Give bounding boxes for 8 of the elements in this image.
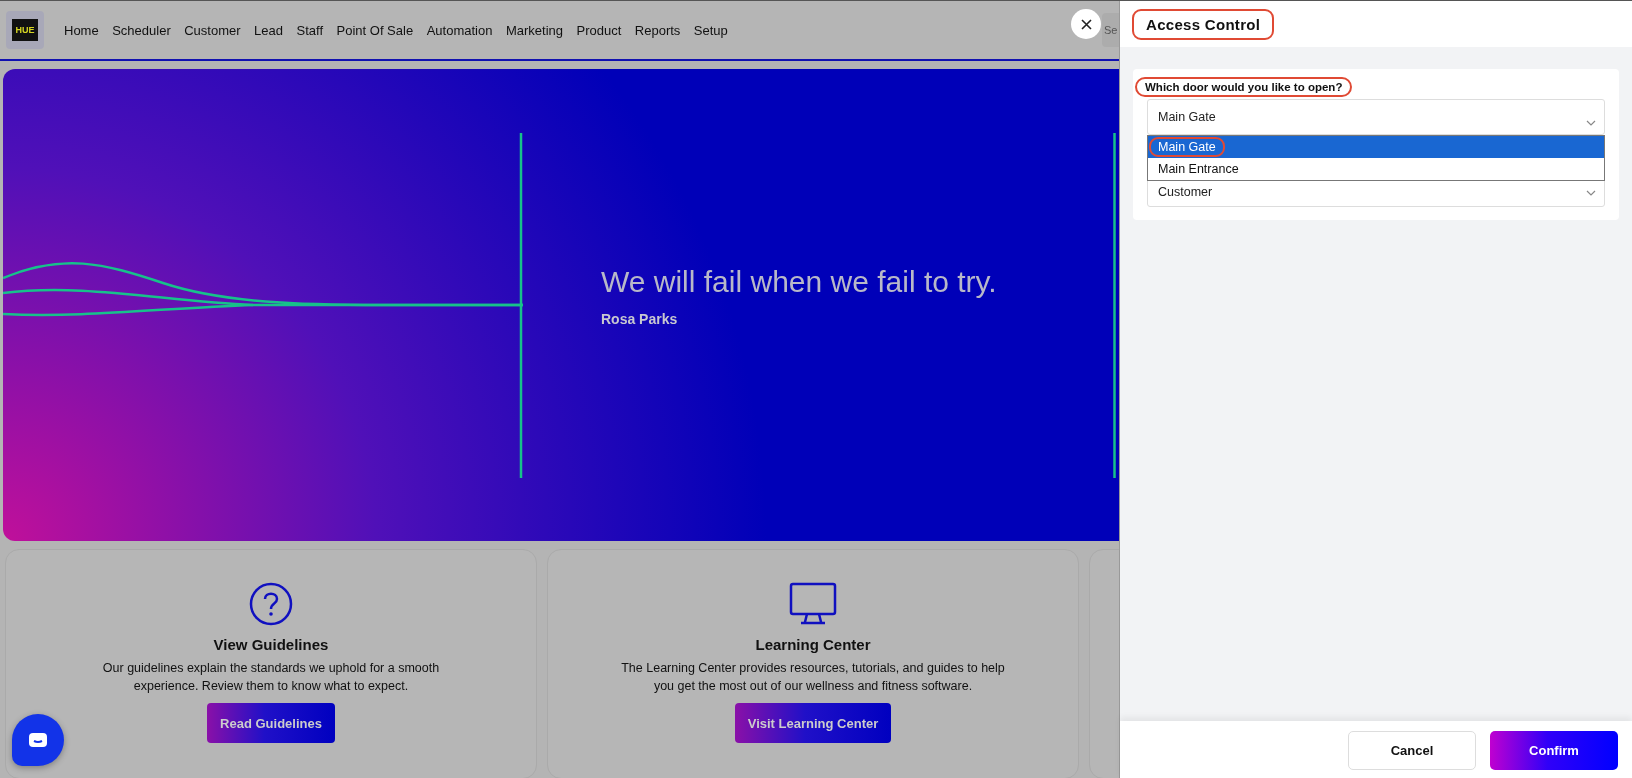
card-title: View Guidelines	[213, 636, 329, 653]
quote-author: Rosa Parks	[601, 311, 679, 327]
drawer-title: Access Control	[1132, 8, 1275, 40]
card-description: The Learning Center provides resources, tutorials, and guides to help you get the most out of our wellness and fitness software.	[620, 660, 1006, 695]
field-label: Which door would you like to open?	[1135, 77, 1353, 97]
card-description: Our guidelines explain the standards we uphold for a smooth experience. Review them to know what to expect.	[101, 660, 441, 695]
card-title: Learning Center	[755, 636, 871, 653]
quote-text: We will fail when we fail to try.	[601, 265, 997, 299]
